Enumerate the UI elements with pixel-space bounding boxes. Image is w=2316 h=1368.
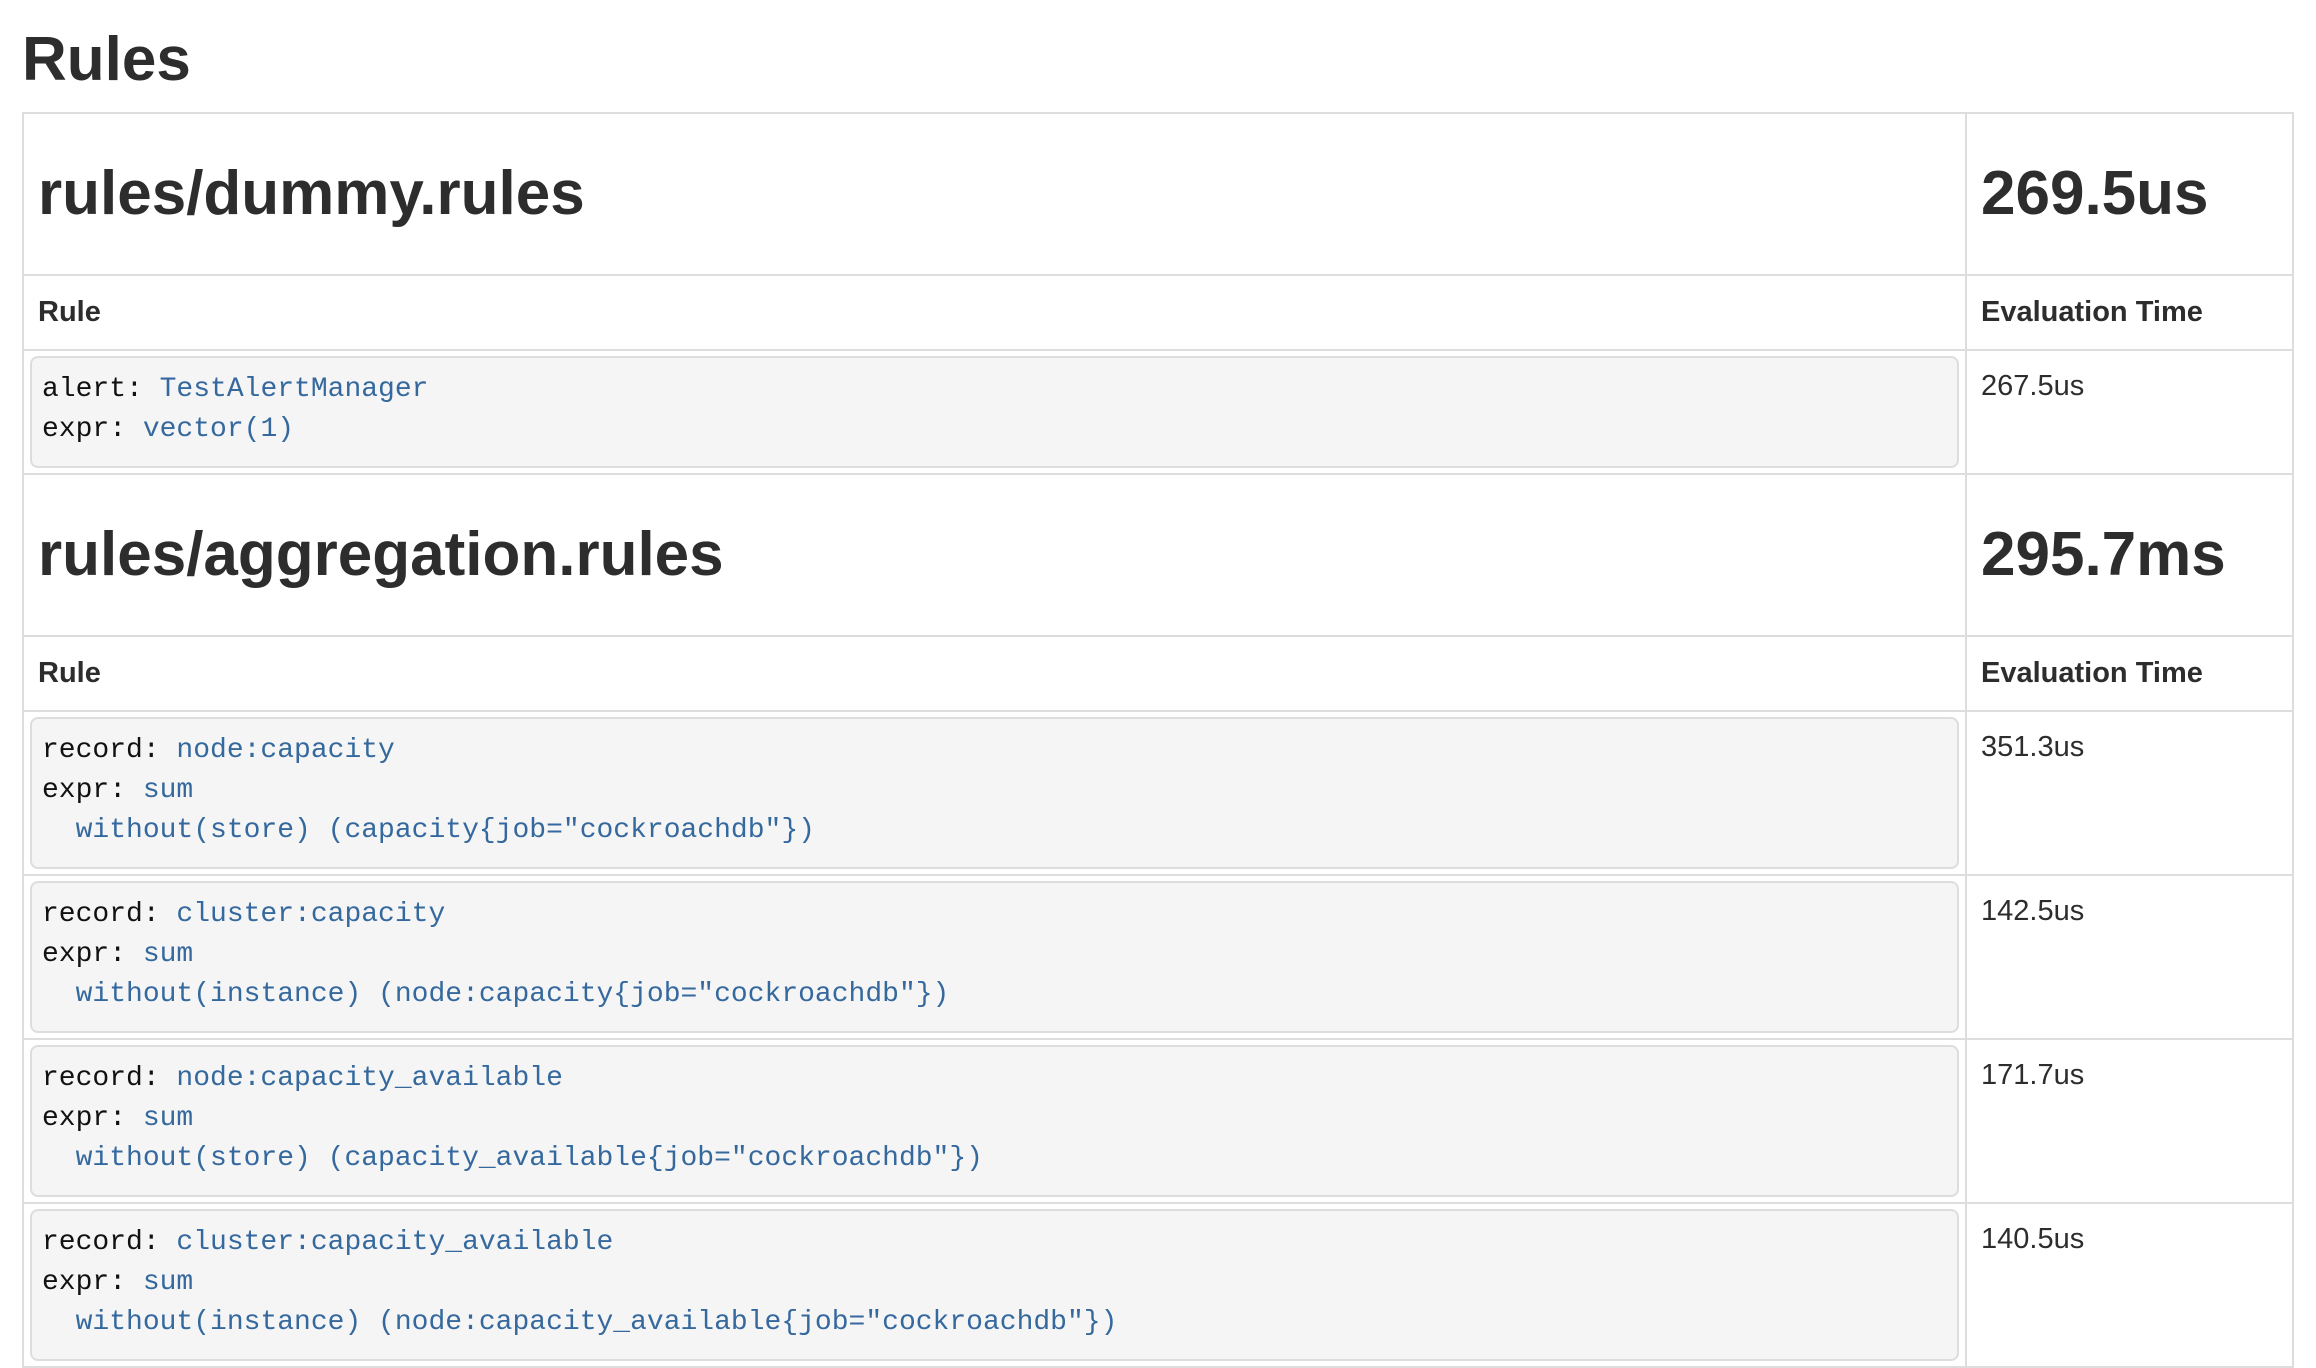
rule-link[interactable]: TestAlertManager (160, 374, 429, 405)
rule-code-text (42, 1307, 76, 1338)
rule-code: record: node:capacity expr: sum without(… (30, 717, 1959, 869)
rule-link[interactable]: without(store) (capacity{job="cockroachd… (76, 815, 815, 846)
rule-cell: record: node:capacity expr: sum without(… (23, 711, 1966, 875)
rule-code-text: record: (42, 1227, 176, 1258)
rule-link[interactable]: without(instance) (node:capacity_availab… (76, 1307, 1118, 1338)
rule-code-text (42, 979, 76, 1010)
rule-link[interactable]: without(store) (capacity_available{job="… (76, 1143, 983, 1174)
rule-link[interactable]: sum (143, 1267, 193, 1298)
rule-row: record: node:capacity expr: sum without(… (23, 711, 2293, 875)
rule-code-text: record: (42, 735, 176, 766)
rule-cell: record: node:capacity_available expr: su… (23, 1039, 1966, 1203)
rule-group-name: rules/dummy.rules (38, 142, 1951, 246)
rule-link[interactable]: sum (143, 775, 193, 806)
rule-code: record: cluster:capacity expr: sum witho… (30, 881, 1959, 1033)
rule-cell: alert: TestAlertManager expr: vector(1) (23, 350, 1966, 474)
rule-link[interactable]: sum (143, 1103, 193, 1134)
rule-group-eval-time: 295.7ms (1981, 503, 2278, 607)
rule-row: alert: TestAlertManager expr: vector(1)2… (23, 350, 2293, 474)
rule-row: record: node:capacity_available expr: su… (23, 1039, 2293, 1203)
rule-link[interactable]: cluster:capacity_available (176, 1227, 613, 1258)
rule-code-text (42, 815, 76, 846)
rule-eval-time: 267.5us (1966, 350, 2293, 474)
column-header-row: RuleEvaluation Time (23, 275, 2293, 350)
page-title: Rules (22, 28, 2294, 92)
rule-row: record: cluster:capacity_available expr:… (23, 1203, 2293, 1367)
rule-group-name-cell: rules/aggregation.rules (23, 474, 1966, 636)
rule-code: record: cluster:capacity_available expr:… (30, 1209, 1959, 1361)
column-header-row: RuleEvaluation Time (23, 636, 2293, 711)
rule-code-text: expr: (42, 939, 143, 970)
rule-group-eval-time-cell: 269.5us (1966, 113, 2293, 275)
rule-code-text: record: (42, 899, 176, 930)
eval-time-column-header: Evaluation Time (1966, 636, 2293, 711)
rule-link[interactable]: without(instance) (node:capacity{job="co… (76, 979, 950, 1010)
rule-link[interactable]: vector(1) (143, 414, 294, 445)
rule-group-header-row: rules/dummy.rules 269.5us (23, 113, 2293, 275)
rule-row: record: cluster:capacity expr: sum witho… (23, 875, 2293, 1039)
rule-code-text: record: (42, 1063, 176, 1094)
rule-group-name-cell: rules/dummy.rules (23, 113, 1966, 275)
rule-group-eval-time-cell: 295.7ms (1966, 474, 2293, 636)
rule-link[interactable]: node:capacity (176, 735, 394, 766)
rule-code-text (42, 1143, 76, 1174)
eval-time-column-header: Evaluation Time (1966, 275, 2293, 350)
rule-column-header: Rule (23, 275, 1966, 350)
rule-eval-time: 140.5us (1966, 1203, 2293, 1367)
rule-column-header: Rule (23, 636, 1966, 711)
rule-code-text: expr: (42, 1103, 143, 1134)
rule-code-text: expr: (42, 414, 143, 445)
rule-link[interactable]: node:capacity_available (176, 1063, 562, 1094)
rule-cell: record: cluster:capacity expr: sum witho… (23, 875, 1966, 1039)
rule-link[interactable]: sum (143, 939, 193, 970)
rule-code: alert: TestAlertManager expr: vector(1) (30, 356, 1959, 468)
rule-code-text: alert: (42, 374, 160, 405)
rule-code: record: node:capacity_available expr: su… (30, 1045, 1959, 1197)
rule-code-text: expr: (42, 1267, 143, 1298)
rule-cell: record: cluster:capacity_available expr:… (23, 1203, 1966, 1367)
rule-group-name: rules/aggregation.rules (38, 503, 1951, 607)
rule-eval-time: 351.3us (1966, 711, 2293, 875)
rule-group-header-row: rules/aggregation.rules 295.7ms (23, 474, 2293, 636)
rule-eval-time: 171.7us (1966, 1039, 2293, 1203)
rule-code-text: expr: (42, 775, 143, 806)
rule-eval-time: 142.5us (1966, 875, 2293, 1039)
rule-group-eval-time: 269.5us (1981, 142, 2278, 246)
rules-table: rules/dummy.rules269.5usRuleEvaluation T… (22, 112, 2294, 1368)
rule-link[interactable]: cluster:capacity (176, 899, 445, 930)
